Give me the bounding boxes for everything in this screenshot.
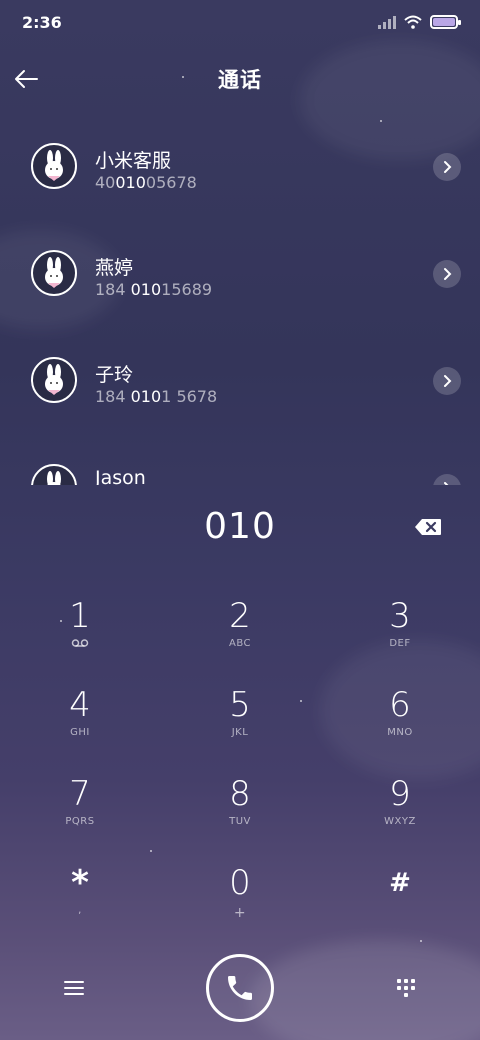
contact-detail-button[interactable] — [433, 260, 461, 288]
key-letters: GHI — [70, 727, 90, 738]
key-8[interactable]: 8 TUV — [180, 774, 300, 854]
phone-icon — [228, 976, 252, 1000]
contact-name: 子玲 — [95, 364, 134, 386]
key-7[interactable]: 7 PQRS — [20, 774, 140, 854]
key-digit: # — [389, 868, 411, 898]
bottom-bar — [0, 950, 480, 1026]
call-button[interactable] — [206, 954, 274, 1022]
chevron-right-icon — [444, 268, 452, 280]
key-9[interactable]: 9 WXYZ — [340, 774, 460, 854]
menu-button[interactable] — [56, 970, 92, 1006]
contact-item[interactable]: 小米客服 4001005678 — [0, 110, 480, 217]
key-star[interactable]: * , — [20, 863, 140, 943]
key-6[interactable]: 6 MNO — [340, 685, 460, 765]
dialpad-button[interactable] — [388, 970, 424, 1006]
key-letters: TUV — [229, 816, 251, 827]
key-letters: JKL — [231, 727, 249, 738]
wifi-icon — [404, 15, 422, 29]
status-time: 2:36 — [22, 12, 62, 32]
key-letters: MNO — [387, 727, 413, 738]
key-digit: 4 — [69, 685, 91, 725]
avatar — [31, 357, 77, 403]
chevron-right-icon — [444, 482, 449, 485]
contact-name: Jason — [95, 467, 146, 485]
key-0[interactable]: 0 + — [180, 863, 300, 943]
key-digit: 9 — [389, 774, 411, 814]
avatar — [31, 250, 77, 296]
contact-number: 184 0101 5678 — [95, 387, 218, 406]
contact-item[interactable]: 子玲 184 0101 5678 — [0, 324, 480, 431]
status-bar: 2:36 — [0, 0, 480, 44]
key-digit: 1 — [69, 596, 91, 636]
key-2[interactable]: 2 ABC — [180, 596, 300, 676]
contact-detail-button[interactable] — [433, 367, 461, 395]
back-button[interactable] — [8, 61, 44, 97]
key-digit: 0 — [229, 863, 251, 903]
contact-detail-button[interactable] — [433, 474, 461, 485]
key-digit: * — [71, 863, 89, 903]
key-digit: 8 — [229, 774, 251, 814]
header: 通话 — [0, 52, 480, 106]
key-digit: 5 — [229, 685, 251, 725]
contact-item[interactable]: Jason — [0, 431, 480, 485]
bunny-avatar-icon — [45, 364, 63, 395]
page-title: 通话 — [218, 68, 262, 92]
contact-number: 4001005678 — [95, 173, 197, 192]
avatar — [31, 464, 77, 485]
avatar — [31, 143, 77, 189]
bunny-avatar-icon — [47, 471, 61, 485]
dialpad-icon — [397, 979, 415, 997]
key-digit: 6 — [389, 685, 411, 725]
keypad: 1 2 ABC 3 DEF 4 GHI 5 JKL 6 MNO 7 PQRS 8… — [0, 580, 480, 936]
arrow-left-icon — [15, 70, 38, 88]
status-icons — [378, 15, 461, 29]
key-5[interactable]: 5 JKL — [180, 685, 300, 765]
key-hash[interactable]: # — [340, 863, 460, 943]
backspace-button[interactable] — [408, 510, 448, 544]
contact-list: 小米客服 4001005678 燕婷 184 01015689 子玲 184 0… — [0, 110, 480, 485]
key-digit: 7 — [69, 774, 91, 814]
contact-name: 小米客服 — [95, 150, 172, 172]
key-letters: PQRS — [65, 816, 95, 827]
key-letters: ABC — [228, 638, 251, 649]
contact-detail-button[interactable] — [433, 153, 461, 181]
key-4[interactable]: 4 GHI — [20, 685, 140, 765]
backspace-icon — [415, 519, 441, 535]
key-letters: DEF — [389, 638, 411, 649]
key-digit: 2 — [229, 596, 251, 636]
menu-icon — [64, 981, 84, 995]
key-letters: WXYZ — [384, 816, 416, 827]
chevron-right-icon — [444, 161, 452, 173]
bunny-avatar-icon — [45, 150, 63, 181]
bunny-avatar-icon — [45, 257, 63, 288]
battery-icon — [430, 15, 461, 29]
key-1[interactable]: 1 — [20, 596, 140, 676]
voicemail-icon — [71, 638, 89, 650]
signal-icon — [378, 15, 396, 29]
key-3[interactable]: 3 DEF — [340, 596, 460, 676]
key-letters: + — [233, 905, 247, 921]
contact-name: 燕婷 — [95, 257, 134, 279]
dial-display: 010 — [0, 486, 480, 566]
key-digit: 3 — [389, 596, 411, 636]
contact-item[interactable]: 燕婷 184 01015689 — [0, 217, 480, 324]
key-letters: , — [78, 905, 82, 916]
chevron-right-icon — [444, 375, 452, 387]
contact-number: 184 01015689 — [95, 280, 213, 299]
